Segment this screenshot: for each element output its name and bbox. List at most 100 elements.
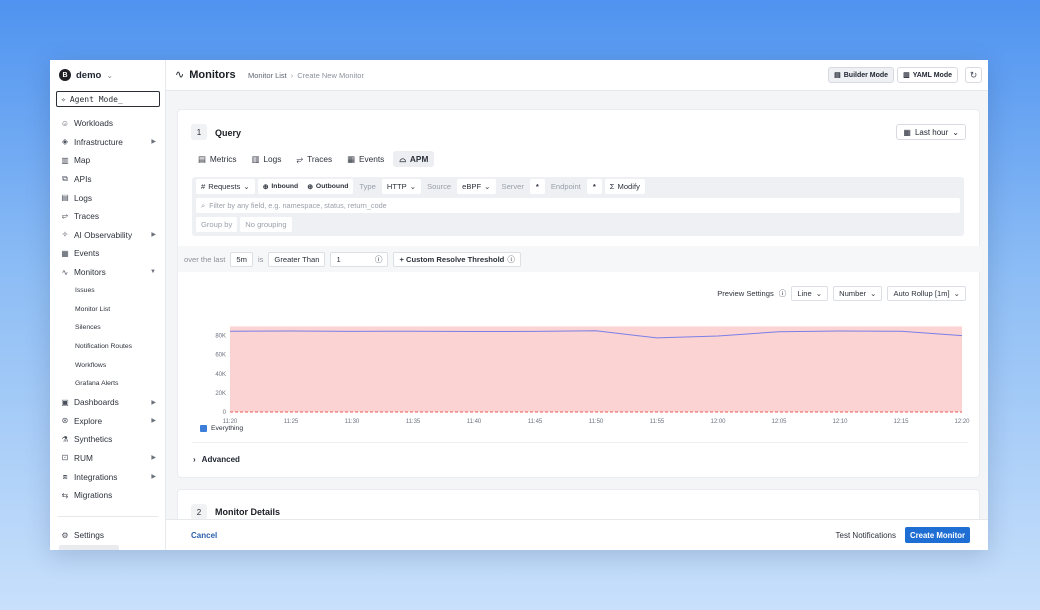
info-icon: ⓘ <box>374 254 383 264</box>
traces-icon: ⥂ <box>296 153 304 164</box>
caret-right-icon: ▶ <box>151 232 156 239</box>
sidebar-item-traces[interactable]: ⥂ Traces <box>50 207 166 226</box>
metrics-icon: ▤ <box>198 154 206 164</box>
breadcrumb-monitor-list[interactable]: Monitor List <box>248 71 287 80</box>
y-tick-label: 40K <box>215 372 226 378</box>
sidebar-item-workflows[interactable]: Workflows <box>50 356 166 375</box>
is-label: is <box>257 254 264 264</box>
threshold-value-input[interactable]: 1 ⓘ <box>330 251 389 267</box>
server-select[interactable]: * <box>529 179 545 194</box>
sigma-icon: Σ <box>609 182 615 191</box>
tab-label: Traces <box>307 154 333 164</box>
sidebar-item-monitor-list[interactable]: Monitor List <box>50 300 166 319</box>
tab-metrics[interactable]: ▤ Metrics <box>192 151 243 167</box>
sidebar-item-label: Migrations <box>74 490 113 501</box>
chart-type-select[interactable]: Line ⌄ <box>791 286 829 301</box>
caret-right-icon: ▶ <box>151 418 156 425</box>
step-number: 1 <box>191 124 207 140</box>
sidebar-item-workloads[interactable]: ☺ Workloads <box>50 114 166 133</box>
sparkle-icon: ✧ <box>61 94 66 104</box>
builder-mode-button[interactable]: ▤ Builder Mode <box>828 67 895 83</box>
sidebar-item-label: AI Observability <box>74 229 133 240</box>
outbound-icon: ⊕ <box>307 183 313 191</box>
sidebar-item-notification-routes[interactable]: Notification Routes <box>50 337 166 356</box>
tab-events[interactable]: ▦ Events <box>341 151 390 167</box>
preview-chart: 0 20K 40K 60K 80K 11:20 11:25 11:30 11:35 11:40 11… <box>192 320 972 430</box>
threshold-value: 1 <box>336 254 341 264</box>
metric-select[interactable]: # Requests ⌄ <box>196 179 255 194</box>
time-range-value: Last hour <box>914 127 949 137</box>
type-label: Type <box>359 182 376 191</box>
agent-mode-input[interactable]: ✧ Agent Mode_ <box>56 91 160 107</box>
sidebar-item-logs[interactable]: ▤ Logs <box>50 188 166 207</box>
integrations-icon: ⧈ <box>62 471 68 481</box>
test-notifications-button[interactable]: Test Notifications <box>836 531 896 540</box>
traces-icon: ⥂ <box>61 211 69 221</box>
format-value: Number <box>839 289 867 298</box>
monitor-details-title: Monitor Details <box>215 507 281 517</box>
rollup-value: Auto Rollup [1m] <box>893 289 950 298</box>
x-tick-label: 12:20 <box>954 419 970 425</box>
sidebar-item-synthetics[interactable]: ⚗ Synthetics <box>50 430 166 449</box>
window-select[interactable]: 5m <box>230 251 253 267</box>
advanced-toggle[interactable]: › Advanced <box>193 455 240 464</box>
tab-traces[interactable]: ⥂ Traces <box>290 151 338 167</box>
preview-settings: Preview Settings ⓘ Line ⌄ Number ⌄ Auto … <box>717 286 966 301</box>
cancel-button[interactable]: Cancel <box>191 531 217 540</box>
query-tabs: ▤ Metrics ▥ Logs ⥂ Traces ▦ Events ⌓ APM <box>192 151 435 167</box>
sidebar-item-settings[interactable]: ⚙ Settings <box>50 526 166 545</box>
inbound-button[interactable]: Inbound <box>271 183 298 190</box>
tab-apm[interactable]: ⌓ APM <box>393 151 435 167</box>
sidebar-item-apis[interactable]: ⧉ APIs <box>50 170 166 189</box>
sidebar-item-monitors[interactable]: ∿ Monitors ▼ <box>50 263 166 282</box>
infrastructure-icon: ◈ <box>61 137 69 147</box>
sidebar-item-map[interactable]: ▥ Map <box>50 151 166 170</box>
server-label: Server <box>501 182 524 191</box>
breadcrumb-separator-icon: › <box>290 71 294 80</box>
breadcrumb: Monitor List › Create New Monitor <box>248 71 364 80</box>
sidebar-item-dashboards[interactable]: ▣ Dashboards ▶ <box>50 393 166 412</box>
format-select[interactable]: Number ⌄ <box>833 286 883 301</box>
y-tick-label: 60K <box>215 353 226 359</box>
sidebar-item-explore[interactable]: ⊛ Explore ▶ <box>50 412 166 431</box>
builder-icon: ▤ <box>834 72 841 79</box>
endpoint-select[interactable]: * <box>586 179 602 194</box>
sidebar-item-label: Integrations <box>74 471 118 482</box>
sidebar-item-ai-observability[interactable]: ✧ AI Observability ▶ <box>50 226 166 245</box>
calendar-icon: ▦ <box>903 127 911 137</box>
page-title-text: Monitors <box>189 68 236 81</box>
source-select[interactable]: eBPF ⌄ <box>457 179 496 194</box>
filter-input[interactable]: ⌕ Filter by any field, e.g. namespace, s… <box>196 198 960 213</box>
sidebar-item-label: Monitor List <box>75 305 111 313</box>
custom-resolve-threshold-button[interactable]: + Custom Resolve Threshold ⓘ <box>393 251 521 267</box>
rollup-select[interactable]: Auto Rollup [1m] ⌄ <box>887 286 966 301</box>
modify-button[interactable]: Σ Modify <box>604 179 645 194</box>
sidebar-item-issues[interactable]: Issues <box>50 281 166 300</box>
type-select[interactable]: HTTP ⌄ <box>381 179 422 194</box>
group-by-select[interactable]: No grouping <box>240 217 292 232</box>
refresh-button[interactable]: ↻ <box>965 67 982 83</box>
breadcrumb-current: Create New Monitor <box>297 71 364 80</box>
outbound-button[interactable]: Outbound <box>316 183 348 190</box>
sidebar-item-silences[interactable]: Silences <box>50 319 166 338</box>
time-range-select[interactable]: ▦ Last hour ⌄ <box>896 124 966 140</box>
sidebar-item-events[interactable]: ▦ Events <box>50 244 166 263</box>
sidebar-item-label: APIs <box>74 174 92 185</box>
sidebar-item-grafana-alerts[interactable]: Grafana Alerts <box>50 374 166 393</box>
yaml-mode-button[interactable]: ▥ YAML Mode <box>897 67 958 83</box>
apis-icon: ⧉ <box>62 174 68 184</box>
sidebar-item-rum[interactable]: ⊡ RUM ▶ <box>50 449 166 468</box>
sidebar-item-integrations[interactable]: ⧈ Integrations ▶ <box>50 467 166 486</box>
comparator-select[interactable]: Greater Than <box>268 251 326 267</box>
sidebar-item-infrastructure[interactable]: ◈ Infrastructure ▶ <box>50 133 166 152</box>
advanced-label: Advanced <box>201 455 240 464</box>
sidebar-item-migrations[interactable]: ⇆ Migrations <box>50 486 166 505</box>
org-switcher[interactable]: B demo ⌄ <box>59 69 113 81</box>
hash-icon: # <box>201 182 206 191</box>
chart-legend[interactable]: Everything <box>200 425 243 432</box>
create-monitor-button[interactable]: Create Monitor <box>904 527 970 543</box>
synthetics-icon: ⚗ <box>61 434 69 444</box>
tab-logs[interactable]: ▥ Logs <box>246 151 288 167</box>
screenshot-frame: B demo ⌄ ✧ Agent Mode_ ☺ Workloads ◈ Infras… <box>0 0 1040 610</box>
inbound-icon: ⊕ <box>262 183 269 191</box>
